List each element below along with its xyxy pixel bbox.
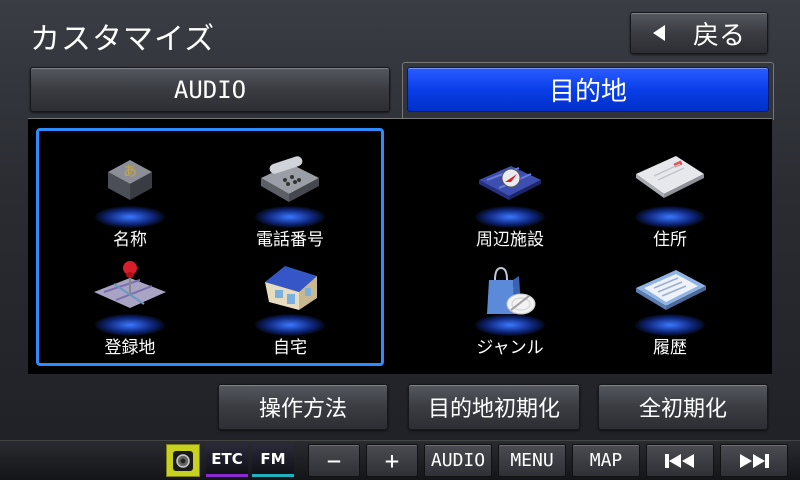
volume-up-button[interactable]: + xyxy=(366,444,418,477)
tab-destination-label: 目的地 xyxy=(548,77,627,107)
howto-button[interactable]: 操作方法 xyxy=(218,384,388,430)
item-registered[interactable]: 登録地 xyxy=(55,258,205,358)
item-home[interactable]: 自宅 xyxy=(215,258,365,358)
item-genre[interactable]: ジャンル xyxy=(435,258,585,358)
next-track-button[interactable] xyxy=(720,444,788,477)
fm-label: FM xyxy=(260,450,286,468)
all-init-button-label: 全初期化 xyxy=(638,397,727,422)
item-address-label: 住所 xyxy=(653,230,687,250)
next-track-icon xyxy=(740,453,769,468)
destination-init-button[interactable]: 目的地初期化 xyxy=(408,384,580,430)
menu-label: MENU xyxy=(510,450,554,471)
menu-button[interactable]: MENU xyxy=(498,444,566,477)
previous-track-button[interactable] xyxy=(646,444,714,477)
back-arrow-icon xyxy=(652,25,665,41)
tab-destination[interactable]: 目的地 xyxy=(407,67,769,112)
item-phone[interactable]: 電話番号 xyxy=(215,150,365,250)
tab-audio[interactable]: AUDIO xyxy=(30,67,390,112)
registered-pin-icon xyxy=(94,261,166,308)
audio-button[interactable]: AUDIO xyxy=(424,444,492,477)
back-button-label: 戻る xyxy=(692,20,745,51)
map-label: MAP xyxy=(589,450,623,471)
history-clipboard-icon xyxy=(636,270,706,310)
nearby-map-icon xyxy=(479,166,541,200)
fm-indicator: FM xyxy=(252,444,294,477)
previous-track-icon xyxy=(665,453,694,468)
phone-icon xyxy=(261,156,319,202)
plus-label: + xyxy=(384,446,400,475)
map-button[interactable]: MAP xyxy=(572,444,640,477)
etc-label: ETC xyxy=(211,450,243,468)
item-home-label: 自宅 xyxy=(273,338,307,358)
back-button[interactable]: 戻る xyxy=(630,12,768,54)
volume-down-button[interactable]: − xyxy=(308,444,360,477)
item-history[interactable]: 履歴 xyxy=(595,258,745,358)
howto-button-label: 操作方法 xyxy=(258,397,347,422)
page-title: カスタマイズ xyxy=(30,22,216,57)
item-history-label: 履歴 xyxy=(653,338,687,358)
camera-icon xyxy=(173,450,193,471)
genre-shopping-icon xyxy=(487,266,536,315)
camera-indicator xyxy=(166,444,200,477)
item-name[interactable]: あ 名称 xyxy=(55,150,205,250)
item-nearby-label: 周辺施設 xyxy=(476,230,544,250)
tab-audio-label: AUDIO xyxy=(173,75,247,104)
svg-text:あ: あ xyxy=(123,164,137,180)
name-key-icon: あ xyxy=(108,160,152,200)
item-name-label: 名称 xyxy=(113,230,147,250)
item-genre-label: ジャンル xyxy=(476,338,544,358)
minus-label: − xyxy=(326,446,342,475)
address-envelope-icon xyxy=(636,156,704,198)
item-registered-label: 登録地 xyxy=(104,338,156,358)
home-house-icon xyxy=(265,266,317,310)
destination-init-button-label: 目的地初期化 xyxy=(427,397,560,422)
item-phone-label: 電話番号 xyxy=(256,230,324,250)
all-init-button[interactable]: 全初期化 xyxy=(598,384,768,430)
item-address[interactable]: 住所 xyxy=(595,150,745,250)
item-nearby[interactable]: 周辺施設 xyxy=(435,150,585,250)
etc-indicator: ETC xyxy=(206,444,248,477)
audio-label: AUDIO xyxy=(430,450,486,471)
